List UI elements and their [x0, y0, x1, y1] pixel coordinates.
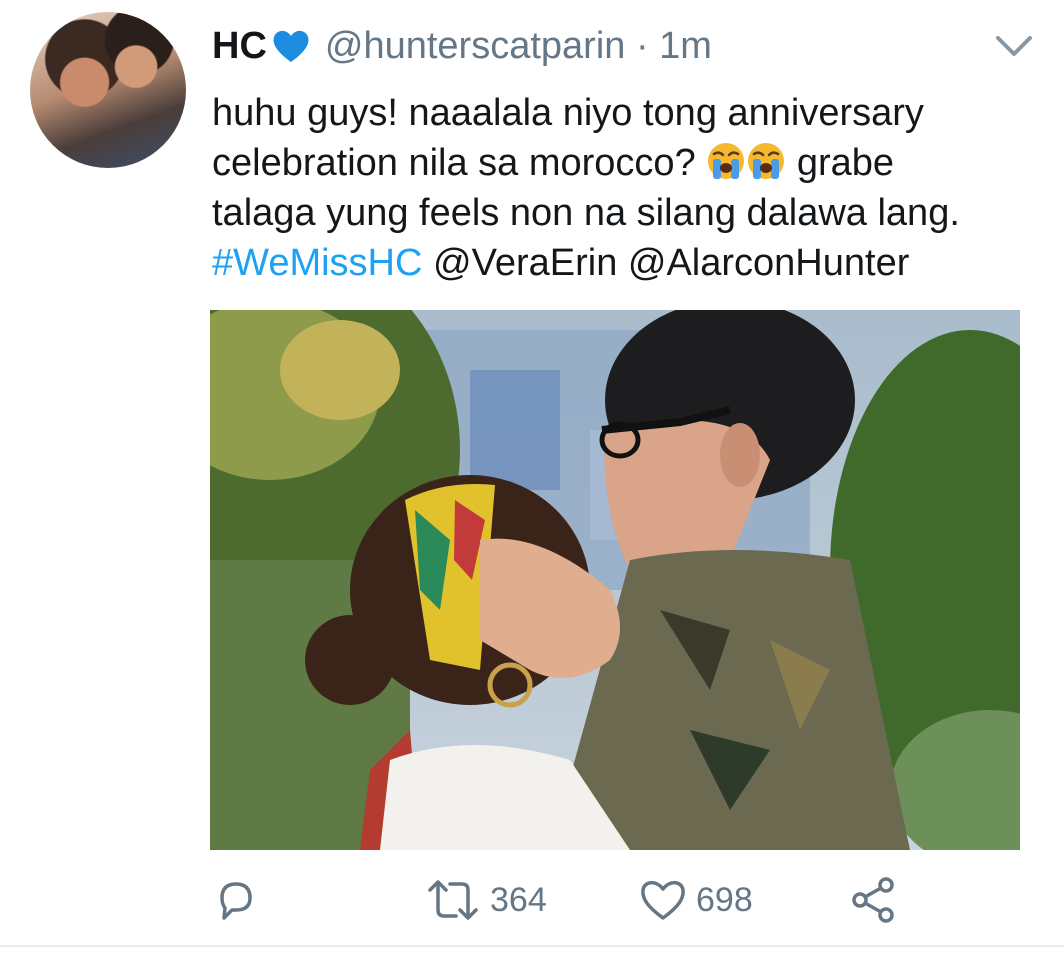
handle-and-timestamp[interactable]: @hunterscatparin · 1m [325, 25, 712, 68]
tweet-photo[interactable] [210, 310, 1020, 850]
chevron-down-icon[interactable] [994, 32, 1034, 60]
like-button[interactable]: 698 [638, 870, 753, 930]
reply-button[interactable] [212, 870, 260, 930]
tweet-line-2-tail: grabe [786, 142, 895, 184]
photo-illustration [210, 310, 1020, 850]
retweet-button[interactable]: 364 [424, 870, 547, 930]
display-name[interactable]: HC [212, 25, 267, 68]
tweet[interactable]: HC @hunterscatparin · 1m huhu guys! naaa… [0, 0, 1064, 953]
tweet-header: HC @hunterscatparin · 1m [212, 18, 712, 74]
blue-heart-emoji [273, 30, 309, 62]
tweet-actions: 364 698 [0, 870, 1064, 930]
retweet-count: 364 [490, 880, 547, 919]
tweet-line-4: #WeMissHC @VeraErin @AlarconHunter [212, 238, 1042, 288]
reply-icon [220, 882, 252, 920]
tweet-line-1: huhu guys! naaalala niyo tong anniversar… [212, 92, 924, 134]
mention-veraerin[interactable]: @VeraErin [433, 242, 617, 284]
crying-face-emoji [748, 143, 785, 179]
share-button[interactable] [848, 870, 898, 930]
mention-alarconhunter[interactable]: @AlarconHunter [628, 242, 909, 284]
retweet-icon [428, 880, 478, 920]
tweet-line-2: celebration nila sa morocco? grabe [212, 138, 1042, 188]
share-icon [852, 877, 894, 923]
like-count: 698 [696, 880, 753, 919]
avatar[interactable] [30, 12, 186, 168]
tweet-line-2-text: celebration nila sa morocco? [212, 142, 707, 184]
tweet-text: huhu guys! naaalala niyo tong anniversar… [212, 88, 1042, 288]
divider [0, 945, 1064, 947]
heart-icon [641, 881, 685, 920]
tweet-line-3: talaga yung feels non na silang dalawa l… [212, 192, 960, 234]
crying-face-emoji [708, 143, 745, 179]
hashtag-link[interactable]: #WeMissHC [212, 242, 422, 284]
